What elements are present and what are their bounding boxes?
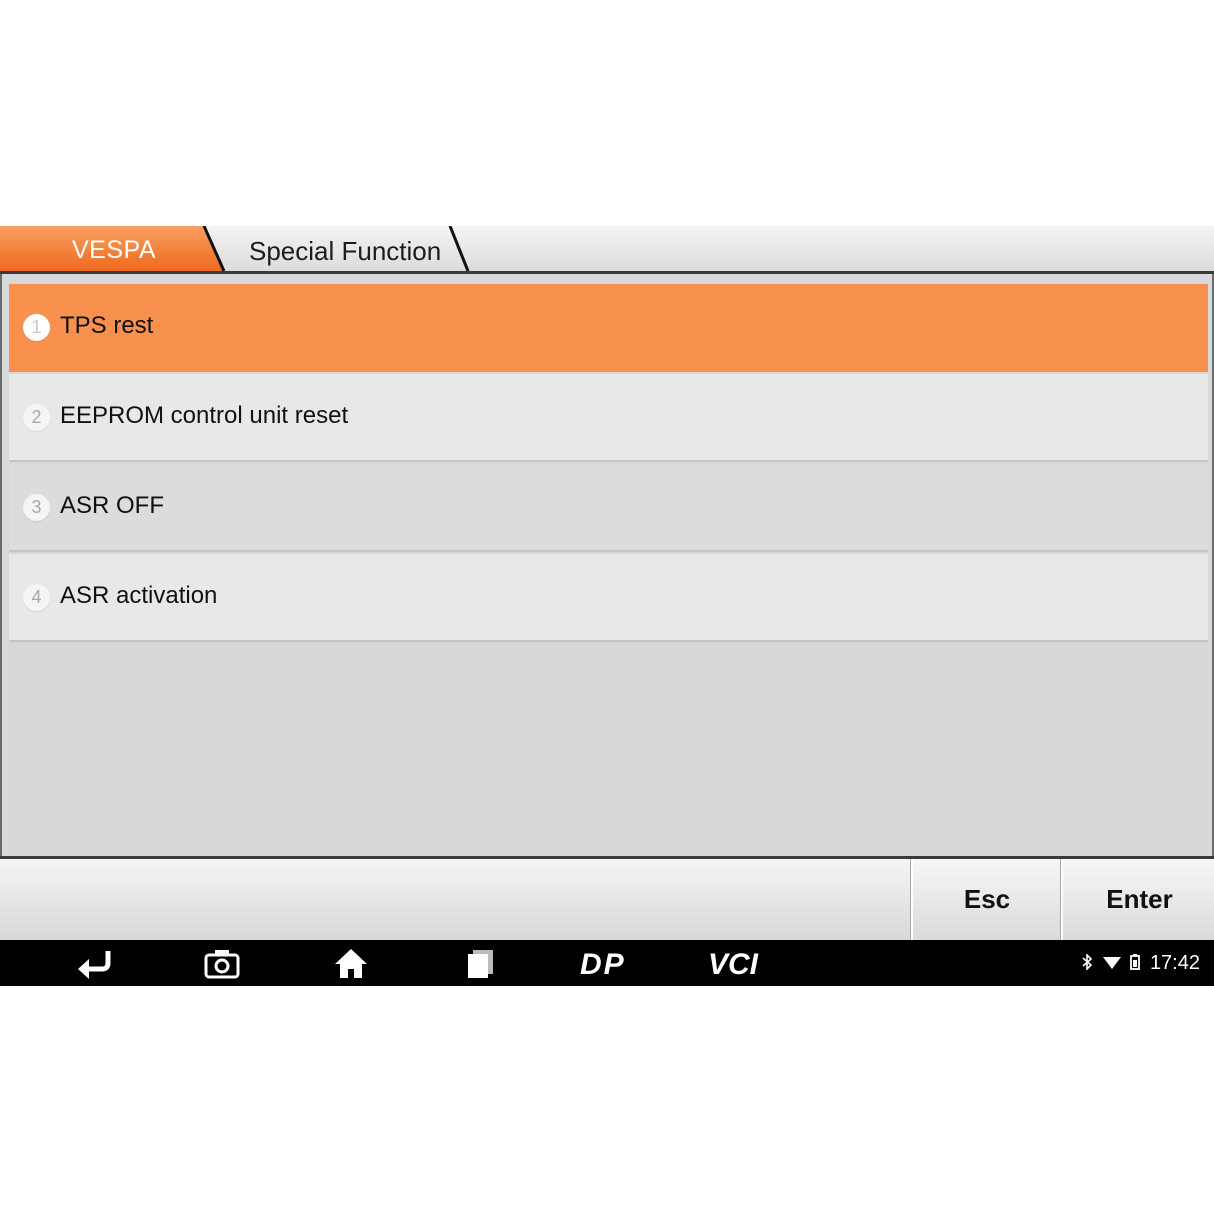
item-label: EEPROM control unit reset [60, 402, 349, 429]
item-number-badge: 1 [23, 314, 50, 341]
dp-label: DP [580, 948, 626, 979]
esc-button[interactable]: Esc [911, 859, 1061, 940]
item-label: ASR OFF [60, 492, 165, 519]
camera-icon[interactable] [204, 947, 240, 979]
status-time: 17:42 [1149, 952, 1200, 974]
wifi-icon [1102, 941, 1121, 987]
app-screen: VESPA Special Function 1 TPS rest 2 EEPR… [0, 226, 1214, 986]
system-navigation-bar: DP VCI 17:42 [0, 940, 1214, 986]
dp-icon[interactable]: DP [580, 947, 636, 979]
back-icon[interactable] [74, 947, 114, 979]
breadcrumb-page[interactable]: Special Function [204, 226, 474, 271]
recent-apps-icon[interactable] [464, 947, 496, 979]
breadcrumb-brand-label: VESPA [71, 236, 157, 264]
breadcrumb-brand[interactable]: VESPA [0, 226, 230, 271]
home-icon[interactable] [333, 947, 369, 979]
battery-icon [1130, 941, 1141, 987]
item-label: ASR activation [60, 582, 218, 609]
status-area: 17:42 [1081, 940, 1200, 986]
list-item[interactable]: 2 EEPROM control unit reset [9, 374, 1208, 462]
list-item[interactable]: 1 TPS rest [9, 284, 1208, 372]
function-list: 1 TPS rest 2 EEPROM control unit reset 3… [0, 274, 1214, 856]
list-item[interactable]: 3 ASR OFF [9, 464, 1208, 552]
enter-button[interactable]: Enter [1061, 859, 1214, 940]
bluetooth-icon [1081, 941, 1093, 987]
item-number-badge: 3 [23, 494, 50, 521]
item-label: TPS rest [60, 312, 154, 339]
vci-label: VCI [708, 948, 759, 979]
item-number-badge: 4 [23, 584, 50, 611]
item-number-badge: 2 [23, 404, 50, 431]
breadcrumb: VESPA Special Function [0, 226, 1214, 274]
vci-icon[interactable]: VCI [708, 947, 772, 979]
list-item[interactable]: 4 ASR activation [9, 554, 1208, 642]
action-bar: Esc Enter [0, 856, 1214, 940]
page-title: Special Function [249, 236, 442, 266]
